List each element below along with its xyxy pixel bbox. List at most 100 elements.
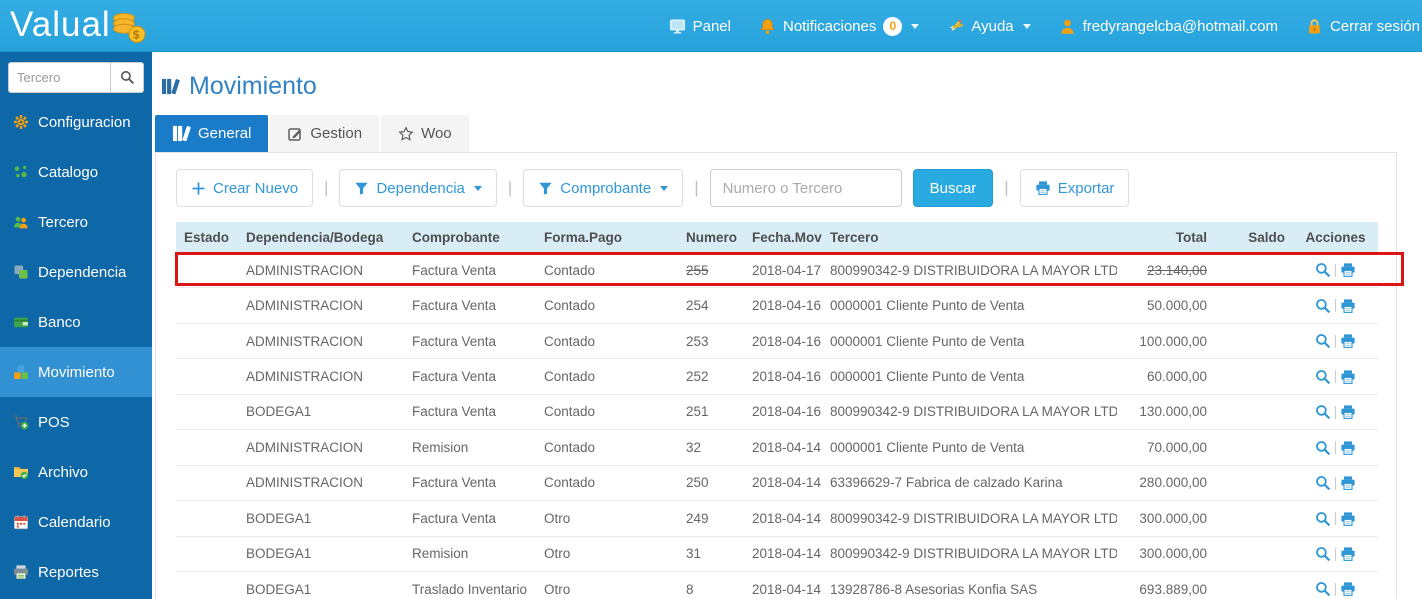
cell-dependencia: ADMINISTRACION <box>238 429 404 466</box>
cell-acciones: | <box>1293 500 1378 537</box>
chevron-down-icon <box>660 185 669 191</box>
numero-tercero-input[interactable] <box>709 169 902 207</box>
print-action-icon[interactable] <box>1340 511 1356 527</box>
nav-item-ayuda[interactable]: Ayuda <box>947 17 1031 35</box>
cell-comprobante: Remision <box>404 429 536 466</box>
cell-estado <box>176 429 238 466</box>
tab-general[interactable]: General <box>155 115 269 152</box>
print-action-icon[interactable] <box>1340 546 1356 562</box>
nav-item-label: Ayuda <box>971 17 1014 35</box>
coins-icon: $ <box>109 11 149 45</box>
cell-numero: 255 <box>678 253 744 289</box>
print-action-icon[interactable] <box>1340 262 1356 278</box>
tab-gestion[interactable]: Gestion <box>270 115 380 152</box>
cell-dependencia: ADMINISTRACION <box>238 287 404 324</box>
sidebar-item-calendario[interactable]: Calendario <box>0 497 152 547</box>
column-header-tercero: Tercero <box>822 222 1117 253</box>
search-action-icon[interactable] <box>1315 333 1331 349</box>
tab-woo[interactable]: Woo <box>381 115 469 152</box>
search-action-icon[interactable] <box>1315 262 1331 278</box>
search-action-icon[interactable] <box>1315 404 1331 420</box>
column-header-saldo: Saldo <box>1215 222 1293 253</box>
sidebar-item-tercero[interactable]: Tercero <box>0 197 152 247</box>
print-action-icon[interactable] <box>1340 581 1356 597</box>
gear-icon <box>13 114 29 130</box>
search-action-icon[interactable] <box>1315 369 1331 385</box>
nav-item-fredyrangelcba-hotmail-com[interactable]: fredyrangelcba@hotmail.com <box>1059 18 1278 35</box>
plus-icon <box>191 181 206 196</box>
print-action-icon[interactable] <box>1340 333 1356 349</box>
cell-saldo <box>1215 429 1293 466</box>
cell-tercero: 13928786-8 Asesorias Konfia SAS <box>822 571 1117 599</box>
tab-label: Gestion <box>310 125 363 142</box>
cell-dependencia: ADMINISTRACION <box>238 465 404 502</box>
print-action-icon[interactable] <box>1340 404 1356 420</box>
cell-fecha-mov: 2018-04-14 <box>744 500 822 537</box>
folder-icon <box>13 464 29 480</box>
search-action-icon[interactable] <box>1315 440 1331 456</box>
comprobante-filter-label: Comprobante <box>560 179 652 197</box>
print-action-icon[interactable] <box>1340 298 1356 314</box>
dependencia-filter-button[interactable]: Dependencia <box>339 169 497 207</box>
crear-nuevo-button[interactable]: Crear Nuevo <box>176 169 314 207</box>
cell-acciones: | <box>1293 394 1378 431</box>
tercero-search-button[interactable] <box>110 62 144 93</box>
cell-estado <box>176 394 238 431</box>
column-header-numero: Numero <box>678 222 744 253</box>
search-action-icon[interactable] <box>1315 581 1331 597</box>
nav-item-cerrar-sesi-n[interactable]: Cerrar sesión <box>1306 18 1420 35</box>
action-separator: | <box>1333 510 1338 526</box>
tab-label: General <box>198 125 252 142</box>
sidebar-item-archivo[interactable]: Archivo <box>0 447 152 497</box>
brand-logo[interactable]: Valual $ <box>10 3 149 47</box>
cart-icon <box>13 414 29 430</box>
sidebar-item-configuracion[interactable]: Configuracion <box>0 97 152 147</box>
dependencia-filter-label: Dependencia <box>376 179 465 197</box>
cell-numero: 31 <box>678 536 744 572</box>
buscar-button[interactable]: Buscar <box>912 169 994 207</box>
nav-item-label: fredyrangelcba@hotmail.com <box>1082 17 1278 35</box>
calendar-icon <box>13 514 29 530</box>
sidebar-item-dependencia[interactable]: Dependencia <box>0 247 152 297</box>
cell-numero: 32 <box>678 429 744 466</box>
sidebar-item-catalogo[interactable]: Catalogo <box>0 147 152 197</box>
print-action-icon[interactable] <box>1340 440 1356 456</box>
cell-tercero: 0000001 Cliente Punto de Venta <box>822 358 1117 395</box>
cell-tercero: 800990342-9 DISTRIBUIDORA LA MAYOR LTDA <box>822 536 1117 572</box>
sidebar-item-banco[interactable]: Banco <box>0 297 152 347</box>
cell-forma-pago: Contado <box>536 287 678 324</box>
sidebar-item-pos[interactable]: POS <box>0 397 152 447</box>
sidebar-item-movimiento[interactable]: Movimiento <box>0 347 152 397</box>
books-icon <box>161 77 180 96</box>
comprobante-filter-button[interactable]: Comprobante <box>523 169 684 207</box>
cell-forma-pago: Contado <box>536 429 678 466</box>
exportar-button[interactable]: Exportar <box>1019 169 1130 207</box>
search-action-icon[interactable] <box>1315 475 1331 491</box>
cell-tercero: 0000001 Cliente Punto de Venta <box>822 287 1117 324</box>
cell-fecha-mov: 2018-04-16 <box>744 323 822 360</box>
cell-estado <box>176 465 238 502</box>
sidebar-search <box>8 62 144 93</box>
tercero-search-input[interactable] <box>8 62 110 93</box>
nav-item-notificaciones[interactable]: Notificaciones 0 <box>759 16 920 36</box>
bell-icon <box>759 18 776 35</box>
wallet-icon <box>13 314 29 330</box>
action-separator: | <box>1333 474 1338 490</box>
action-separator: | <box>1333 403 1338 419</box>
nav-item-panel[interactable]: Panel <box>669 18 731 35</box>
search-icon <box>120 70 135 85</box>
sidebar-item-label: Tercero <box>38 213 89 231</box>
top-navbar: Valual $ Panel Notificaciones 0 Ayuda fredyr… <box>0 0 1422 52</box>
search-action-icon[interactable] <box>1315 298 1331 314</box>
sidebar-item-label: Movimiento <box>38 363 115 381</box>
nav-item-label: Cerrar sesión <box>1329 17 1420 35</box>
table-row: BODEGA1 Factura Venta Contado 251 2018-04-16… <box>176 394 1378 431</box>
search-action-icon[interactable] <box>1315 546 1331 562</box>
cell-acciones: | <box>1293 287 1378 324</box>
print-action-icon[interactable] <box>1340 369 1356 385</box>
sidebar-item-reportes[interactable]: Reportes <box>0 547 152 597</box>
print-action-icon[interactable] <box>1340 475 1356 491</box>
cell-numero: 251 <box>678 394 744 431</box>
sidebar-item-label: Calendario <box>38 513 111 531</box>
search-action-icon[interactable] <box>1315 511 1331 527</box>
